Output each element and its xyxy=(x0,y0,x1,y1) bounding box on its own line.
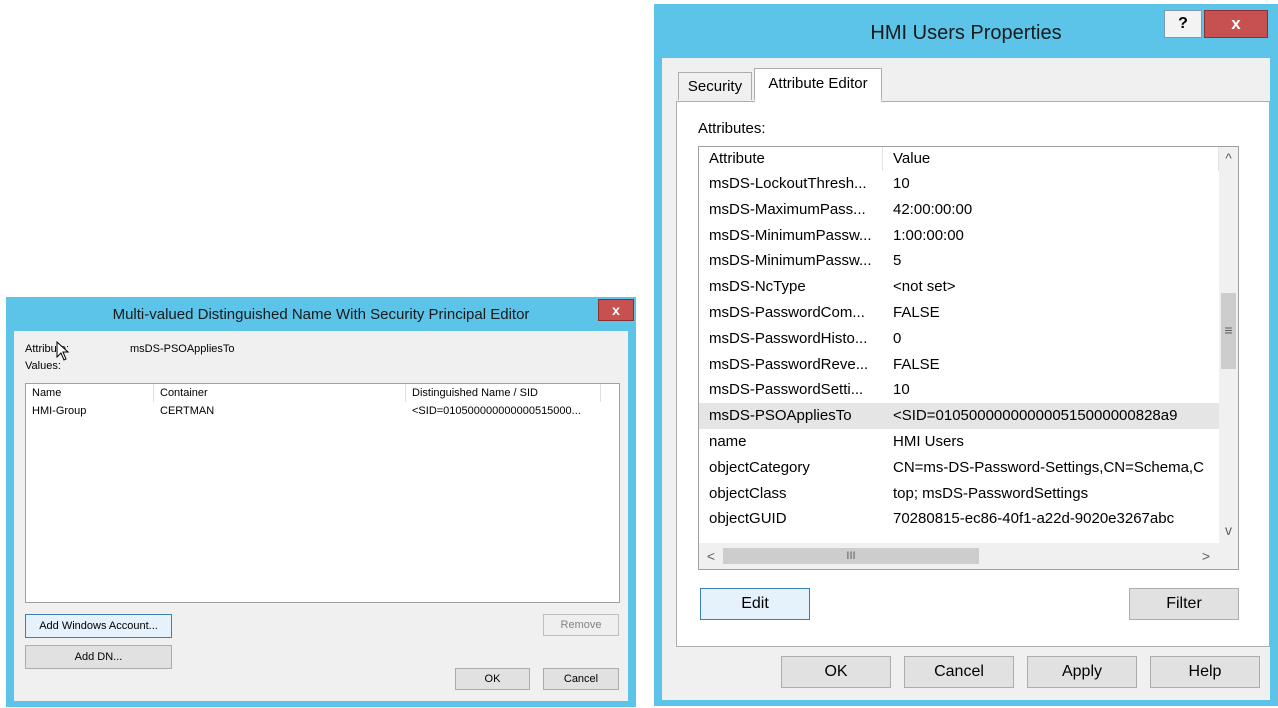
column-header-container[interactable]: Container xyxy=(154,384,406,402)
add-dn-button[interactable]: Add DN... xyxy=(25,645,172,669)
row-attribute: msDS-PasswordSetti... xyxy=(709,381,864,399)
table-row[interactable]: msDS-MinimumPassw... 1:00:00:00 xyxy=(699,223,1219,249)
row-attribute: msDS-PSOAppliesTo xyxy=(709,407,852,425)
ok-button[interactable]: OK xyxy=(781,656,891,688)
help-button[interactable]: Help xyxy=(1150,656,1260,688)
table-row[interactable]: objectCategory CN=ms-DS-Password-Setting… xyxy=(699,455,1219,481)
table-row-selected[interactable]: msDS-PSOAppliesTo <SID=01050000000000051… xyxy=(699,403,1219,429)
help-icon[interactable]: ? xyxy=(1164,10,1202,38)
column-header-attribute[interactable]: Attribute xyxy=(699,147,883,171)
mouse-cursor-icon xyxy=(56,341,70,361)
dn-editor-close-button[interactable]: x xyxy=(598,299,634,321)
grip-icon: ≡ xyxy=(1224,322,1233,338)
column-header-value[interactable]: Value xyxy=(883,147,1219,171)
horizontal-scrollbar[interactable]: < III > xyxy=(699,543,1219,569)
row-value: 0 xyxy=(893,329,902,347)
tab-attribute-editor[interactable]: Attribute Editor xyxy=(754,68,882,100)
row-attribute: msDS-MinimumPassw... xyxy=(709,226,872,244)
cancel-button[interactable]: Cancel xyxy=(543,668,619,690)
scroll-corner xyxy=(1219,543,1238,569)
attributes-label: Attributes: xyxy=(698,120,766,137)
row-attribute: msDS-MinimumPassw... xyxy=(709,252,872,270)
properties-dialog: HMI Users Properties ? x Security Attrib… xyxy=(654,4,1278,706)
row-attribute: objectCategory xyxy=(709,458,810,476)
scroll-up-icon[interactable]: ^ xyxy=(1219,149,1238,167)
attribute-value: msDS-PSOAppliesTo xyxy=(130,343,235,355)
table-row[interactable]: name HMI Users xyxy=(699,429,1219,455)
row-value: 10 xyxy=(893,175,910,192)
row-value: <SID=010500000000000515000000828a9 xyxy=(893,407,1178,425)
remove-button[interactable]: Remove xyxy=(543,614,619,636)
table-row[interactable]: objectGUID 70280815-ec86-40f1-a22d-9020e… xyxy=(699,506,1219,532)
active-tab-seam xyxy=(755,100,881,102)
table-row[interactable]: msDS-PasswordSetti... 10 xyxy=(699,377,1219,403)
row-attribute: objectGUID xyxy=(709,510,787,528)
row-value: 10 xyxy=(893,381,910,399)
column-header-name[interactable]: Name xyxy=(26,384,154,402)
row-attribute: msDS-PasswordHisto... xyxy=(709,329,868,347)
row-value: HMI Users xyxy=(893,433,964,450)
row-attribute: msDS-PasswordCom... xyxy=(709,304,865,321)
attributes-list[interactable]: Attribute Value msDS-LockoutThresh... 10… xyxy=(698,146,1239,570)
row-value: CN=ms-DS-Password-Settings,CN=Schema,C xyxy=(893,458,1204,476)
vertical-scrollbar[interactable]: ^ ≡ v xyxy=(1219,147,1238,543)
table-row[interactable]: HMI-Group CERTMAN <SID=01050000000000051… xyxy=(26,403,619,419)
row-container: CERTMAN xyxy=(160,405,215,417)
values-list[interactable]: Name Container Distinguished Name / SID … xyxy=(25,383,620,603)
row-value: top; msDS-PasswordSettings xyxy=(893,484,1089,502)
edit-button[interactable]: Edit xyxy=(700,588,810,620)
row-value: 42:00:00:00 xyxy=(893,200,973,218)
scroll-right-icon[interactable]: > xyxy=(1195,543,1217,569)
column-header-dn[interactable]: Distinguished Name / SID xyxy=(406,384,601,402)
apply-button[interactable]: Apply xyxy=(1027,656,1137,688)
ok-button[interactable]: OK xyxy=(455,668,530,690)
row-value: 70280815-ec86-40f1-a22d-9020e3267abc xyxy=(893,510,1175,528)
properties-close-button[interactable]: x xyxy=(1204,10,1268,38)
horizontal-scroll-thumb[interactable]: III xyxy=(723,548,979,564)
scroll-down-icon[interactable]: v xyxy=(1219,521,1238,539)
row-attribute: name xyxy=(709,433,747,450)
row-attribute: msDS-MaximumPass... xyxy=(709,200,866,218)
values-label: Values: xyxy=(25,360,61,372)
table-row[interactable]: objectClass top; msDS-PasswordSettings xyxy=(699,481,1219,507)
table-row[interactable]: msDS-NcType <not set> xyxy=(699,274,1219,300)
cancel-button[interactable]: Cancel xyxy=(904,656,1014,688)
properties-client: Security Attribute Editor Attributes: At… xyxy=(662,58,1270,700)
scroll-left-icon[interactable]: < xyxy=(701,543,721,569)
add-windows-account-button[interactable]: Add Windows Account... xyxy=(25,614,172,638)
row-attribute: msDS-NcType xyxy=(709,278,806,296)
tab-security[interactable]: Security xyxy=(678,72,752,100)
row-value: FALSE xyxy=(893,355,940,373)
dn-editor-dialog: Multi-valued Distinguished Name With Sec… xyxy=(6,297,636,707)
row-value: <not set> xyxy=(893,278,956,296)
row-attribute: msDS-PasswordReve... xyxy=(709,355,869,373)
table-row[interactable]: msDS-LockoutThresh... 10 xyxy=(699,171,1219,197)
row-dn: <SID=010500000000000515000... xyxy=(412,405,581,417)
row-value: 1:00:00:00 xyxy=(893,226,964,244)
table-row[interactable]: msDS-MinimumPassw... 5 xyxy=(699,248,1219,274)
row-name: HMI-Group xyxy=(32,405,87,417)
grip-icon: III xyxy=(846,550,856,562)
table-row[interactable]: msDS-PasswordCom... FALSE xyxy=(699,300,1219,326)
dn-editor-client: Attribute: msDS-PSOAppliesTo Values: Nam… xyxy=(14,331,628,701)
table-row[interactable]: msDS-PasswordHisto... 0 xyxy=(699,326,1219,352)
row-attribute: objectClass xyxy=(709,484,787,502)
filter-button[interactable]: Filter xyxy=(1129,588,1239,620)
table-row[interactable]: msDS-MaximumPass... 42:00:00:00 xyxy=(699,197,1219,223)
table-row[interactable]: msDS-PasswordReve... FALSE xyxy=(699,352,1219,378)
row-attribute: msDS-LockoutThresh... xyxy=(709,175,867,192)
row-value: 5 xyxy=(893,252,902,270)
dn-editor-title: Multi-valued Distinguished Name With Sec… xyxy=(112,306,530,323)
row-value: FALSE xyxy=(893,304,940,321)
vertical-scroll-thumb[interactable]: ≡ xyxy=(1221,293,1236,369)
